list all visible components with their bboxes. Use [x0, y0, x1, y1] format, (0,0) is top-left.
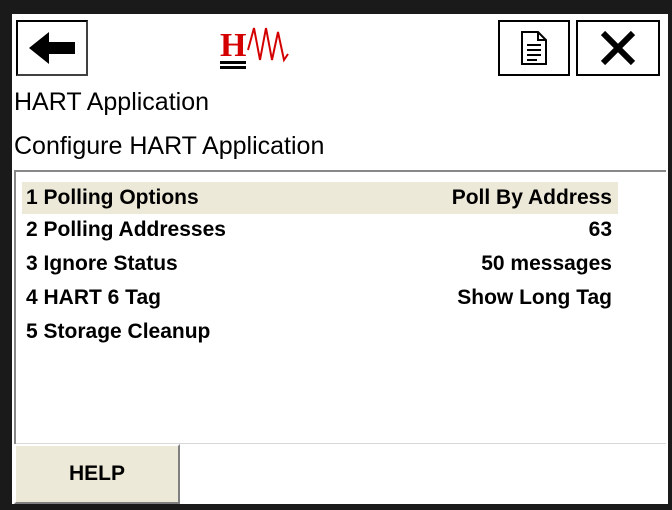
menu-item-value: 50 messages — [481, 252, 612, 275]
logo-letter: H — [220, 27, 246, 64]
menu-item-value: Show Long Tag — [457, 286, 612, 309]
menu-item-ignore-status[interactable]: 3 Ignore Status 50 messages — [22, 248, 618, 280]
device-frame: H HART Application Configure HART Applic… — [0, 0, 672, 510]
menu-item-label: 5 Storage Cleanup — [26, 320, 211, 343]
menu-item-label: 1 Polling Options — [26, 186, 199, 209]
menu-item-label: 3 Ignore Status — [26, 252, 178, 275]
menu-item-value: 63 — [588, 218, 612, 241]
menu-item-hart6-tag[interactable]: 4 HART 6 Tag Show Long Tag — [22, 282, 618, 314]
help-button[interactable]: HELP — [14, 444, 180, 504]
app-title: HART Application — [14, 88, 210, 116]
page-title: Configure HART Application — [14, 132, 325, 160]
logo: H — [220, 27, 289, 69]
back-button[interactable] — [16, 20, 88, 76]
close-icon — [600, 30, 636, 66]
menu-list: 1 Polling Options Poll By Address 2 Poll… — [14, 170, 666, 444]
document-button[interactable] — [498, 20, 570, 76]
close-button[interactable] — [576, 20, 660, 76]
menu-item-label: 4 HART 6 Tag — [26, 286, 161, 309]
menu-item-label: 2 Polling Addresses — [26, 218, 226, 241]
menu-item-polling-addresses[interactable]: 2 Polling Addresses 63 — [22, 214, 618, 246]
arrow-left-icon — [29, 32, 75, 64]
menu-item-polling-options[interactable]: 1 Polling Options Poll By Address — [22, 182, 618, 214]
screen: H HART Application Configure HART Applic… — [12, 14, 668, 504]
menu-item-value: Poll By Address — [451, 186, 612, 209]
document-icon — [521, 31, 547, 65]
menu-item-storage-cleanup[interactable]: 5 Storage Cleanup — [22, 316, 618, 348]
bottom-bar: HELP — [14, 444, 666, 504]
